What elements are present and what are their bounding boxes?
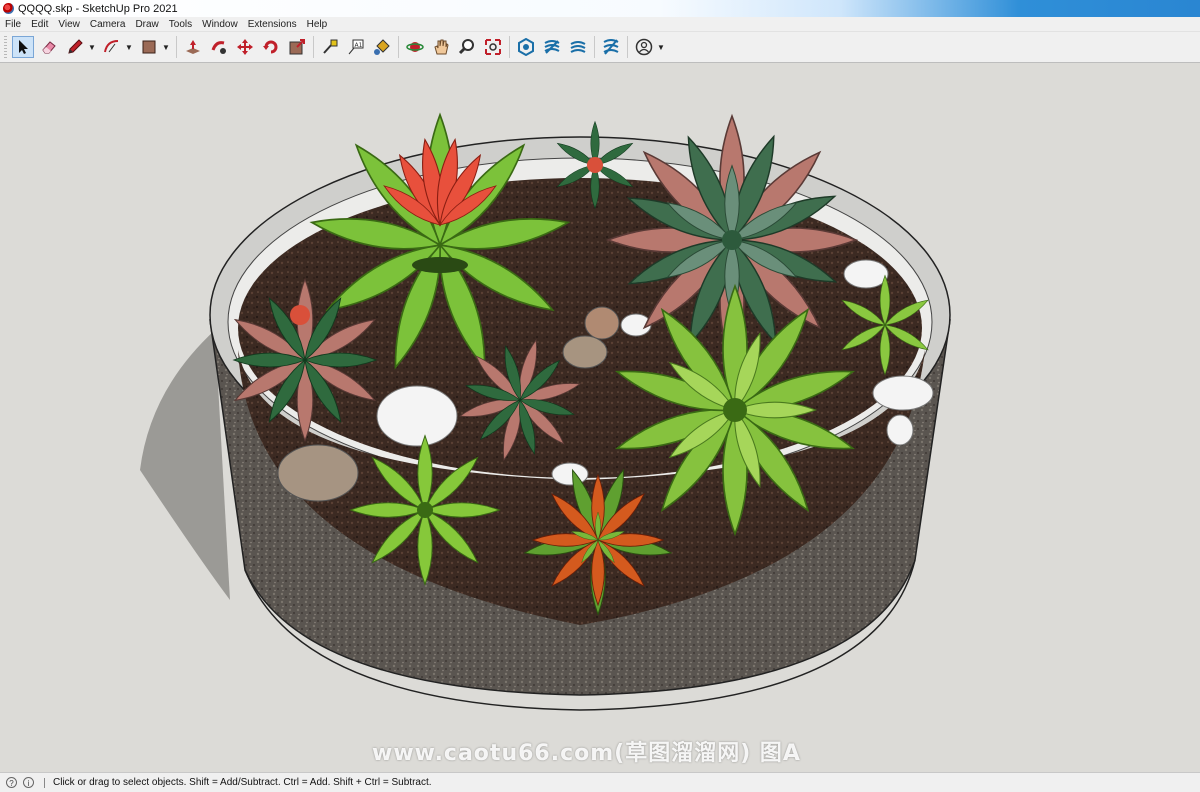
geo-location-icon[interactable]: ? bbox=[6, 777, 17, 788]
text-icon: A1 bbox=[348, 39, 364, 55]
menu-window[interactable]: Window bbox=[197, 19, 243, 30]
tape-measure-tool-button[interactable] bbox=[319, 36, 341, 58]
zoom-icon bbox=[458, 39, 474, 55]
tape-measure-icon bbox=[323, 39, 338, 54]
toolbar-grip[interactable] bbox=[4, 36, 7, 58]
layout-tool-button[interactable] bbox=[567, 36, 589, 58]
toolbar-separator bbox=[313, 36, 314, 58]
menu-camera[interactable]: Camera bbox=[85, 19, 131, 30]
toolbar-separator bbox=[627, 36, 628, 58]
layout-icon bbox=[570, 41, 586, 53]
push-pull-icon bbox=[186, 40, 200, 54]
follow-me-tool-button[interactable] bbox=[208, 36, 230, 58]
eraser-icon bbox=[42, 41, 56, 54]
pan-hand-icon bbox=[434, 39, 449, 55]
svg-text:A1: A1 bbox=[355, 42, 363, 49]
menu-help[interactable]: Help bbox=[302, 19, 333, 30]
status-divider bbox=[44, 777, 45, 788]
status-bar: ? i Click or drag to select objects. Shi… bbox=[0, 772, 1200, 792]
chevron-down-icon[interactable]: ▼ bbox=[162, 36, 170, 58]
title-bar: QQQQ.skp - SketchUp Pro 2021 bbox=[0, 0, 1200, 17]
arrow-cursor-icon bbox=[19, 40, 28, 54]
move-tool-button[interactable] bbox=[234, 36, 256, 58]
extension-warehouse-icon bbox=[544, 40, 560, 54]
zoom-extents-tool-button[interactable] bbox=[482, 36, 504, 58]
chevron-down-icon[interactable]: ▼ bbox=[657, 36, 665, 58]
menu-edit[interactable]: Edit bbox=[26, 19, 53, 30]
text-tool-button[interactable]: A1 bbox=[345, 36, 367, 58]
toolbar-separator bbox=[509, 36, 510, 58]
extension-warehouse-tool-button[interactable] bbox=[541, 36, 563, 58]
pan-tool-button[interactable] bbox=[430, 36, 452, 58]
paint-bucket-icon bbox=[374, 39, 390, 55]
extension-manager-tool-button[interactable] bbox=[600, 36, 622, 58]
select-tool-button[interactable] bbox=[12, 36, 34, 58]
pencil-icon bbox=[68, 39, 83, 54]
main-toolbar: ▼ ▼ ▼ A1 ▼ bbox=[0, 32, 1200, 63]
arc-tool-button[interactable] bbox=[101, 36, 123, 58]
status-text: Click or drag to select objects. Shift =… bbox=[53, 777, 432, 788]
watermark: www.caotu66.com(草图溜溜网) 图A bbox=[372, 741, 801, 766]
orbit-tool-button[interactable] bbox=[404, 36, 426, 58]
scale-icon bbox=[289, 39, 305, 55]
menu-tools[interactable]: Tools bbox=[164, 19, 197, 30]
orbit-icon bbox=[406, 42, 424, 52]
info-icon[interactable]: i bbox=[23, 777, 34, 788]
move-icon bbox=[237, 39, 253, 55]
zoom-tool-button[interactable] bbox=[456, 36, 478, 58]
rotate-icon bbox=[263, 40, 278, 54]
warehouse-tool-button[interactable] bbox=[515, 36, 537, 58]
menu-file[interactable]: File bbox=[0, 19, 26, 30]
3d-warehouse-icon bbox=[518, 38, 534, 56]
follow-me-icon bbox=[211, 41, 226, 54]
toolbar-separator bbox=[176, 36, 177, 58]
menu-extensions[interactable]: Extensions bbox=[243, 19, 302, 30]
toolbar-separator bbox=[594, 36, 595, 58]
menu-draw[interactable]: Draw bbox=[130, 19, 163, 30]
pencil-tool-button[interactable] bbox=[64, 36, 86, 58]
scale-tool-button[interactable] bbox=[286, 36, 308, 58]
extension-manager-icon bbox=[603, 39, 619, 55]
user-account-icon bbox=[635, 38, 653, 56]
chevron-down-icon[interactable]: ▼ bbox=[125, 36, 133, 58]
paint-bucket-tool-button[interactable] bbox=[371, 36, 393, 58]
model-viewport[interactable] bbox=[0, 63, 1200, 770]
rotate-tool-button[interactable] bbox=[260, 36, 282, 58]
menu-bar: File Edit View Camera Draw Tools Window … bbox=[0, 17, 1200, 32]
succulent-planter-model bbox=[140, 113, 951, 711]
window-title: QQQQ.skp - SketchUp Pro 2021 bbox=[18, 2, 178, 15]
arc-icon bbox=[104, 40, 119, 53]
toolbar-separator bbox=[398, 36, 399, 58]
shapes-tool-button[interactable] bbox=[138, 36, 160, 58]
eraser-tool-button[interactable] bbox=[38, 36, 60, 58]
sketchup-logo-icon bbox=[3, 3, 14, 14]
account-tool-button[interactable] bbox=[633, 36, 655, 58]
zoom-extents-icon bbox=[485, 39, 501, 55]
rectangle-icon bbox=[142, 40, 156, 54]
chevron-down-icon[interactable]: ▼ bbox=[88, 36, 96, 58]
push-pull-tool-button[interactable] bbox=[182, 36, 204, 58]
menu-view[interactable]: View bbox=[53, 19, 85, 30]
